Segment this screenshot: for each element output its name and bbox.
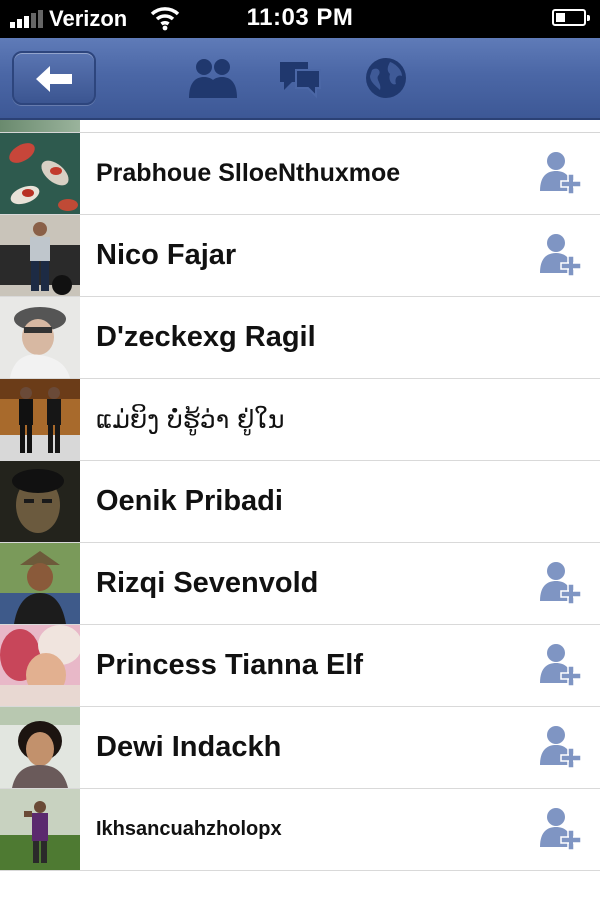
add-friend-icon[interactable] xyxy=(538,559,586,607)
profile-photo[interactable] xyxy=(0,707,80,788)
friend-list: Prabhoue SlloeNthuxmoe Nico Fajar D'zeck… xyxy=(0,120,600,871)
person-name[interactable]: Princess Tianna Elf xyxy=(96,625,363,706)
add-friend-icon[interactable] xyxy=(538,231,586,279)
status-bar: Verizon 11:03 PM xyxy=(0,0,600,38)
person-name[interactable]: Oenik Pribadi xyxy=(96,461,283,542)
list-item[interactable]: Princess Tianna Elf xyxy=(0,625,600,707)
person-name[interactable]: Ikhsancuahzholopx xyxy=(96,789,282,870)
person-name[interactable]: Dewi Indackh xyxy=(96,707,281,788)
person-name[interactable]: Rizqi Sevenvold xyxy=(96,543,318,624)
profile-photo[interactable] xyxy=(0,625,80,706)
notifications-globe-icon[interactable] xyxy=(364,56,408,100)
messages-icon[interactable] xyxy=(276,56,324,100)
add-friend-icon[interactable] xyxy=(538,805,586,853)
back-button[interactable] xyxy=(12,51,96,105)
profile-photo[interactable] xyxy=(0,379,80,460)
person-name[interactable]: ແມ່ຍິງ ບໍ່ຮູ້ວ່າ ຢູ່ໃນ xyxy=(96,379,284,460)
friend-requests-icon[interactable] xyxy=(188,56,238,100)
back-arrow-icon xyxy=(36,66,72,92)
person-name[interactable]: D'zeckexg Ragil xyxy=(96,297,316,378)
add-friend-icon[interactable] xyxy=(538,723,586,771)
clock: 11:03 PM xyxy=(246,4,354,31)
list-item[interactable]: Nico Fajar xyxy=(0,215,600,297)
add-friend-icon[interactable] xyxy=(538,641,586,689)
profile-photo[interactable] xyxy=(0,543,80,624)
partial-row xyxy=(0,120,600,133)
list-item[interactable]: Prabhoue SlloeNthuxmoe xyxy=(0,133,600,215)
profile-photo[interactable] xyxy=(0,789,80,870)
list-item[interactable]: Rizqi Sevenvold xyxy=(0,543,600,625)
list-item[interactable]: Ikhsancuahzholopx xyxy=(0,789,600,871)
list-item[interactable]: Dewi Indackh xyxy=(0,707,600,789)
list-item[interactable]: Oenik Pribadi xyxy=(0,461,600,543)
profile-photo[interactable] xyxy=(0,297,80,378)
profile-photo[interactable] xyxy=(0,215,80,296)
battery-icon xyxy=(552,9,590,26)
profile-photo[interactable] xyxy=(0,133,80,214)
add-friend-icon[interactable] xyxy=(538,149,586,197)
person-name[interactable]: Prabhoue SlloeNthuxmoe xyxy=(96,133,400,214)
list-item[interactable]: ແມ່ຍິງ ບໍ່ຮູ້ວ່າ ຢູ່ໃນ xyxy=(0,379,600,461)
person-name[interactable]: Nico Fajar xyxy=(96,215,236,296)
list-item[interactable]: D'zeckexg Ragil xyxy=(0,297,600,379)
profile-photo[interactable] xyxy=(0,461,80,542)
navigation-bar xyxy=(0,38,600,120)
